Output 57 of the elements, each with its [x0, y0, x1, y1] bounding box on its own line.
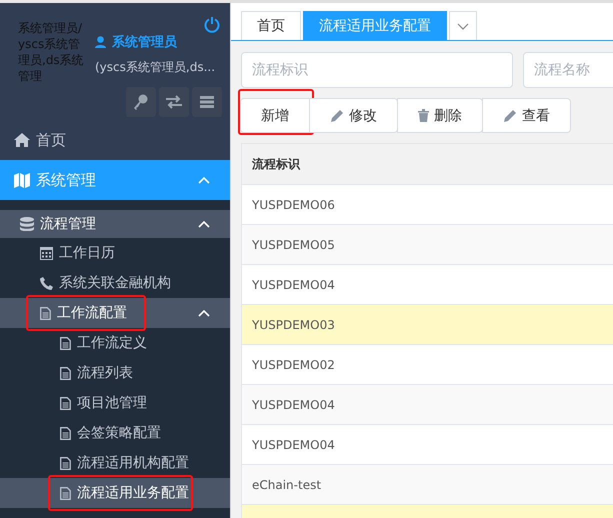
chevron-down-icon	[457, 22, 469, 30]
search-field[interactable]: 流程名称	[523, 52, 613, 88]
nav-item[interactable]: 会签策略配置	[0, 418, 230, 448]
table-cell: YUSPDEMO02	[242, 344, 613, 384]
phone-icon	[40, 276, 53, 290]
switch-button[interactable]	[159, 87, 189, 117]
document-icon	[60, 366, 71, 380]
document-icon	[60, 336, 71, 350]
document-icon	[60, 396, 71, 410]
pencil-icon	[330, 108, 344, 122]
nav-item[interactable]: 首页	[0, 120, 230, 160]
nav-item[interactable]: 流程适用机构配置	[0, 448, 230, 478]
table-cell: YUSPDEMO04	[242, 424, 613, 464]
table-cell: YUSPDEMO04	[242, 264, 613, 304]
swap-arrows-icon	[166, 95, 182, 109]
toolbar-button[interactable]: 删除	[397, 98, 483, 133]
trash-icon	[418, 109, 429, 122]
table-cell: YUSPDEMO03	[242, 304, 613, 344]
nav-item[interactable]: 工作流配置	[0, 298, 230, 328]
nav-item[interactable]: 工作日历	[0, 238, 230, 268]
nav-item[interactable]: 项目池管理	[0, 388, 230, 418]
table-cell: YUSPDEMO05	[242, 224, 613, 264]
pencil-icon	[503, 108, 517, 122]
home-icon	[14, 133, 30, 147]
search-field[interactable]: 流程标识	[241, 52, 513, 88]
calendar-icon	[40, 246, 53, 260]
chevron-up-icon	[198, 176, 210, 184]
chevron-up-icon	[198, 310, 210, 316]
menu-button[interactable]	[192, 87, 222, 117]
map-icon	[14, 172, 30, 188]
nav-item[interactable]: 系统关联金融机构	[0, 268, 230, 298]
document-icon	[60, 456, 71, 470]
table-cell: YUSPDEMO06	[242, 184, 613, 224]
toolbar-button[interactable]: 新增	[240, 98, 310, 133]
toolbar-button[interactable]: 查看	[482, 98, 571, 133]
toolbar-button[interactable]: 修改	[309, 98, 398, 133]
power-icon[interactable]	[204, 16, 220, 33]
user-icon	[95, 36, 106, 48]
user-roles: (yscs系统管理员,ds...	[95, 59, 216, 76]
table-cell: YUSPDEMO04	[242, 384, 613, 424]
database-icon	[20, 217, 34, 231]
document-icon	[40, 306, 51, 320]
document-icon	[60, 486, 71, 500]
chevron-up-icon	[198, 220, 210, 228]
column-header: 流程标识	[242, 144, 613, 184]
key-button[interactable]	[126, 87, 156, 117]
table-cell: eChain-test	[242, 464, 613, 504]
nav-item[interactable]: 流程适用业务配置	[0, 478, 230, 508]
nav-item[interactable]: 工作流定义	[0, 328, 230, 358]
tab[interactable]: 首页	[241, 11, 301, 40]
user-name[interactable]: 系统管理员	[112, 33, 177, 51]
document-icon	[60, 426, 71, 440]
menu-icon	[200, 96, 214, 108]
nav-item[interactable]: 流程列表	[0, 358, 230, 388]
key-icon	[134, 94, 148, 110]
broken-image-alt-text: 系统管理员/yscs系统管理员,ds系统管理	[18, 20, 85, 83]
nav-item[interactable]: 流程管理	[0, 210, 230, 238]
